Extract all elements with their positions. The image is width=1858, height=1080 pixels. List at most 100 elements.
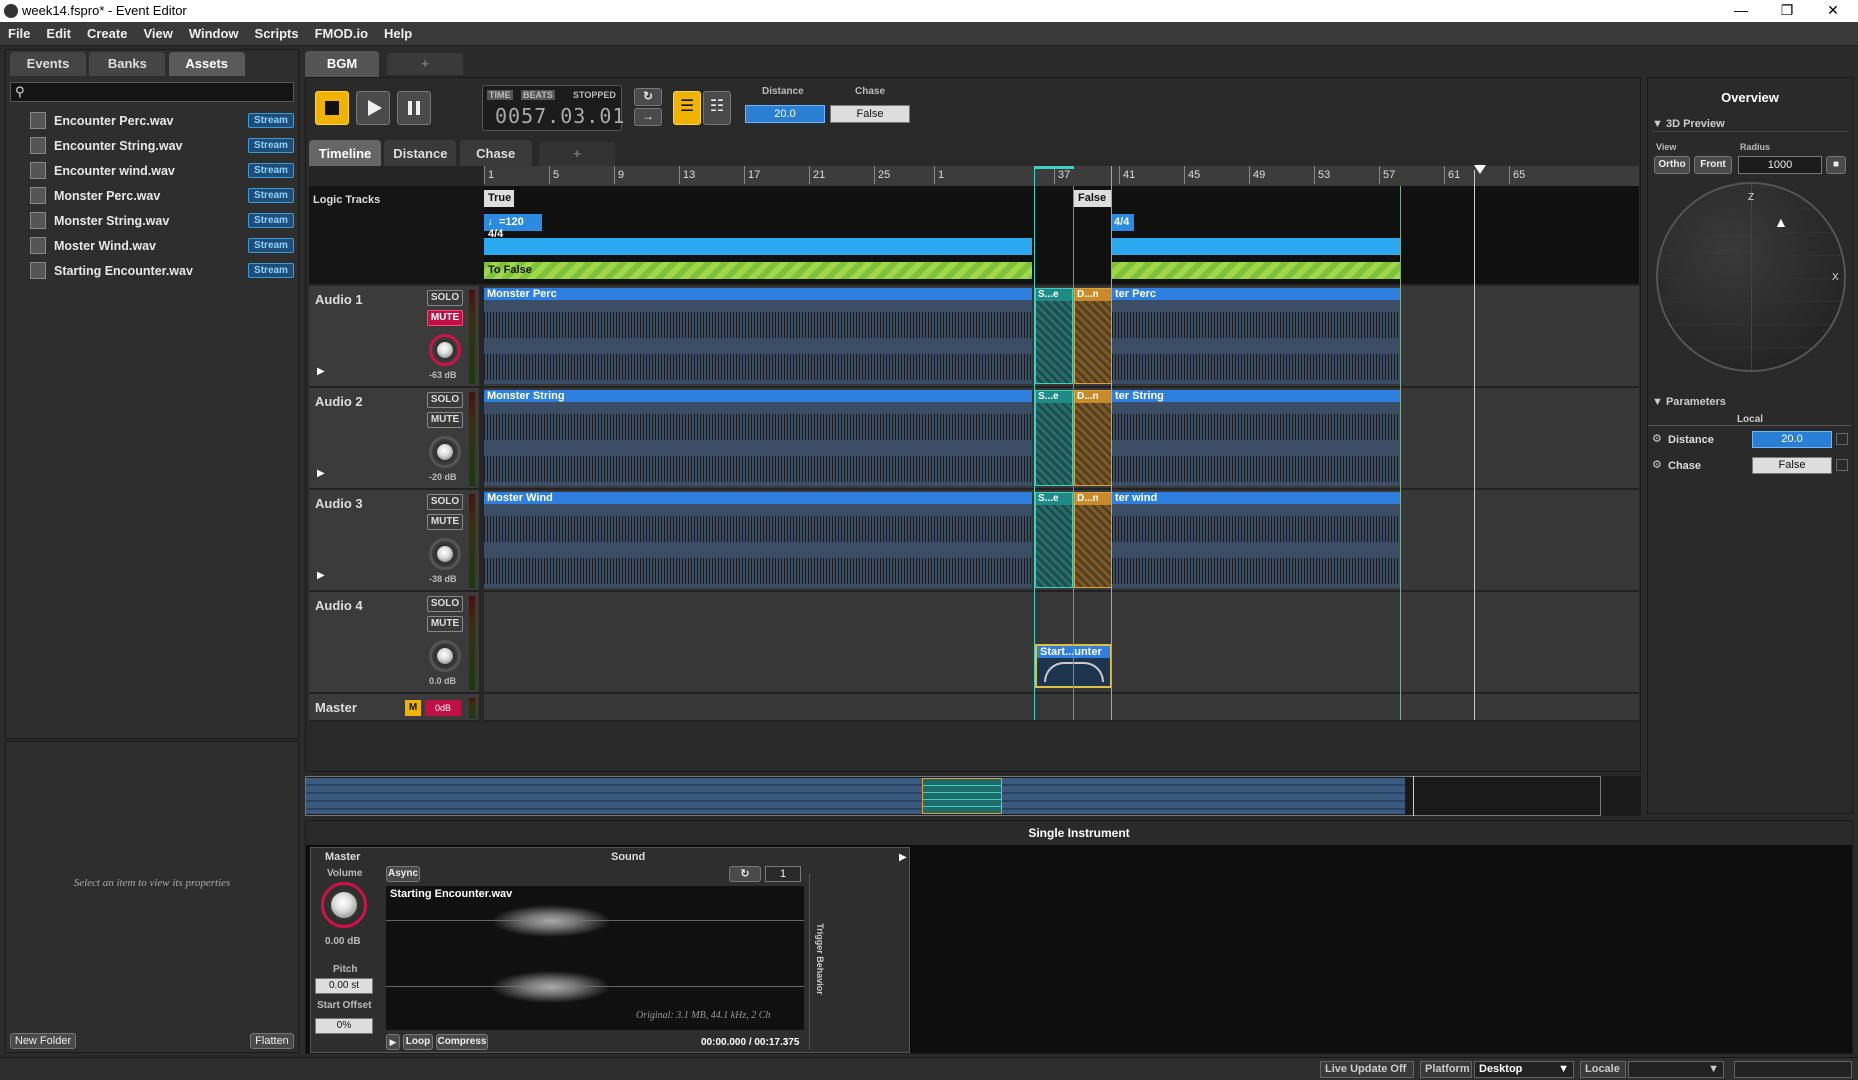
add-event-tab-button[interactable]: + (387, 53, 463, 75)
tempo-marker[interactable]: ♩=120 4/4 (484, 214, 542, 240)
timeline-ruler[interactable]: 1 5 9 13 17 21 25 1 37 41 45 49 53 57 61 65 (484, 166, 1639, 186)
preview-section-header[interactable]: ▼ 3D Preview (1652, 118, 1848, 132)
platform-select[interactable]: Desktop ▼ (1474, 1061, 1574, 1078)
overview-strip[interactable] (305, 776, 1641, 816)
parameters-section-header[interactable]: ▼ Parameters (1652, 396, 1848, 410)
restore-icon[interactable]: ❐ (1764, 0, 1810, 22)
track-volume-knob[interactable] (429, 436, 461, 468)
menu-view[interactable]: View (135, 22, 180, 41)
param-row-chase-value[interactable]: False (1752, 457, 1832, 474)
event-tab-bgm[interactable]: BGM (305, 51, 379, 77)
tab-assets[interactable]: Assets (168, 52, 245, 76)
solo-button[interactable]: SOLO (427, 596, 463, 612)
audio-clip[interactable]: ter wind (1112, 492, 1400, 588)
audio-clip[interactable]: Monster Perc (484, 288, 1032, 384)
time-mode-button[interactable]: TIME (487, 90, 513, 100)
list-item[interactable]: Moster Wind.wav Stream (8, 234, 298, 258)
param-row-distance[interactable]: ⚙ Distance 20.0 (1652, 430, 1848, 450)
track-header[interactable]: Audio 1 SOLO MUTE -63 dB ▶ (309, 286, 479, 388)
expand-track-icon[interactable]: ▶ (317, 366, 325, 377)
play-button[interactable] (356, 91, 390, 125)
list-view-icon[interactable]: ☰ (673, 91, 701, 125)
transition-clip-start[interactable]: S...e (1035, 390, 1073, 486)
param-chase-value[interactable]: False (830, 105, 910, 123)
track-volume-knob[interactable] (429, 640, 461, 672)
solo-button[interactable]: SOLO (427, 392, 463, 408)
transition-clip-start[interactable]: S...e (1035, 288, 1073, 384)
master-mute-button[interactable]: M (405, 700, 421, 716)
minimize-icon[interactable]: — (1718, 0, 1764, 22)
tab-banks[interactable]: Banks (89, 52, 166, 76)
destination-marker-false[interactable]: False (1074, 190, 1112, 207)
mute-button[interactable]: MUTE (427, 514, 463, 530)
transition-clip-destination[interactable]: D...n (1074, 288, 1112, 384)
audio-clip[interactable]: Moster Wind (484, 492, 1032, 588)
transition-start-handle[interactable] (1034, 166, 1074, 169)
follow-playhead-icon[interactable]: → (634, 108, 662, 126)
solo-button[interactable]: SOLO (427, 290, 463, 306)
flatten-button[interactable]: Flatten (250, 1033, 294, 1049)
tab-events[interactable]: Events (10, 52, 86, 76)
lock-icon[interactable]: ■ (1826, 156, 1846, 174)
new-folder-button[interactable]: New Folder (10, 1033, 76, 1049)
list-item[interactable]: Encounter Perc.wav Stream (8, 109, 298, 133)
volume-knob[interactable] (321, 882, 367, 928)
transition-clip-start[interactable]: S...e (1035, 492, 1073, 588)
beats-mode-button[interactable]: BEATS (521, 90, 555, 100)
trigger-behavior-drawer[interactable]: Trigger Behavior (809, 874, 825, 1050)
grid-view-icon[interactable]: ☷ (703, 91, 731, 125)
mute-button[interactable]: MUTE (427, 616, 463, 632)
tab-distance[interactable]: Distance (384, 140, 457, 168)
loop-count-field[interactable]: 1 (765, 866, 801, 882)
destination-marker-true[interactable]: True (484, 190, 514, 207)
list-item[interactable]: Monster String.wav Stream (8, 209, 298, 233)
close-icon[interactable]: ✕ (1810, 0, 1856, 22)
mute-button[interactable]: MUTE (427, 310, 463, 326)
menu-fmod-io[interactable]: FMOD.io (307, 22, 376, 41)
loop-button[interactable]: Loop (403, 1034, 433, 1050)
track-volume-knob[interactable] (429, 538, 461, 570)
mute-button[interactable]: MUTE (427, 412, 463, 428)
loop-region-2[interactable] (1112, 238, 1400, 255)
radius-field[interactable]: 1000 (1738, 156, 1822, 174)
menu-help[interactable]: Help (376, 22, 420, 41)
menu-window[interactable]: Window (181, 22, 247, 41)
param-row-distance-value[interactable]: 20.0 (1752, 431, 1832, 448)
async-button[interactable]: Async (386, 866, 420, 882)
pitch-field[interactable]: 0.00 st (315, 978, 373, 994)
expand-track-icon[interactable]: ▶ (317, 570, 325, 581)
tempo-marker-2[interactable]: 4/4 (1112, 214, 1134, 231)
list-item[interactable]: Encounter String.wav Stream (8, 134, 298, 158)
compress-button[interactable]: Compress (436, 1034, 488, 1050)
master-volume-field[interactable]: 0dB (425, 700, 461, 716)
expand-arrow-icon[interactable]: ▶ (899, 852, 907, 863)
track-header[interactable]: Audio 4 SOLO MUTE 0.0 dB (309, 592, 479, 694)
audio-clip[interactable]: Monster String (484, 390, 1032, 486)
list-item[interactable]: Encounter wind.wav Stream (8, 159, 298, 183)
track-header[interactable]: Audio 2 SOLO MUTE -20 dB ▶ (309, 388, 479, 490)
live-update-button[interactable]: Live Update Off (1320, 1061, 1414, 1078)
param-checkbox[interactable] (1836, 433, 1848, 445)
audio-clip[interactable]: ter String (1112, 390, 1400, 486)
3d-preview-sphere[interactable]: Z X ▲ (1656, 182, 1846, 372)
tab-timeline[interactable]: Timeline (309, 140, 381, 168)
waveform-view[interactable]: Starting Encounter.wav Original: 3.1 MB,… (386, 886, 804, 1030)
loop-region[interactable] (484, 238, 1032, 255)
transition-region-2[interactable] (1112, 262, 1400, 279)
master-track-header[interactable]: Master M 0dB (309, 694, 479, 722)
tab-chase[interactable]: Chase (459, 140, 532, 168)
search-input[interactable]: ⚲ (10, 82, 294, 102)
param-distance-value[interactable]: 20.0 (745, 105, 825, 123)
preview-play-icon[interactable]: ▶ (386, 1034, 400, 1050)
playhead-marker-icon[interactable] (1474, 165, 1486, 174)
loop-toggle-icon[interactable]: ↻ (729, 866, 761, 882)
pause-button[interactable] (397, 91, 431, 125)
add-parameter-tab-button[interactable]: + (539, 142, 616, 166)
overview-viewport[interactable] (305, 776, 1601, 816)
loop-playback-icon[interactable]: ↻ (634, 88, 662, 106)
expand-track-icon[interactable]: ▶ (317, 468, 325, 479)
list-item[interactable]: Starting Encounter.wav Stream (8, 259, 298, 283)
track-header[interactable]: Audio 3 SOLO MUTE -38 dB ▶ (309, 490, 479, 592)
audio-clip[interactable]: ter Perc (1112, 288, 1400, 384)
menu-create[interactable]: Create (79, 22, 135, 41)
